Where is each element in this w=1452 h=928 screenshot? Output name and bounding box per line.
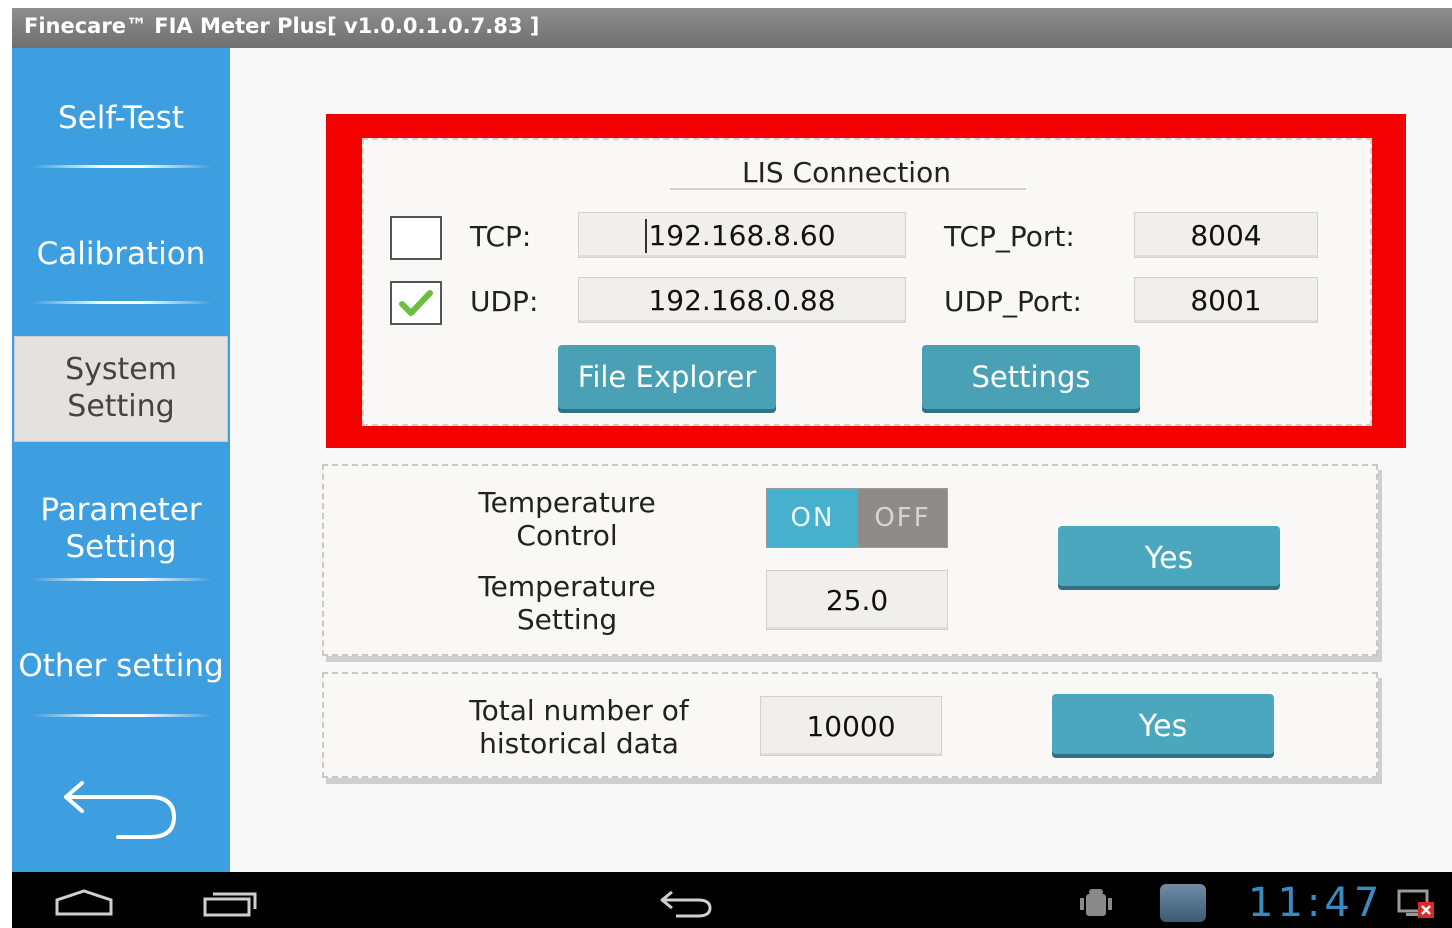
sidebar-divider bbox=[32, 165, 212, 168]
window-title: Finecare™ FIA Meter Plus[ v1.0.0.1.0.7.8… bbox=[24, 14, 540, 38]
lis-heading: LIS Connection bbox=[742, 156, 951, 189]
settings-label: Settings bbox=[971, 360, 1091, 394]
file-explorer-button[interactable]: File Explorer bbox=[558, 345, 776, 409]
udp-ip-field[interactable]: 192.168.0.88 bbox=[578, 277, 906, 323]
yes-label: Yes bbox=[1144, 541, 1194, 576]
temperature-setting-value: 25.0 bbox=[825, 584, 889, 617]
toggle-off[interactable]: OFF bbox=[858, 489, 947, 547]
temperature-control-label-line1: Temperature bbox=[478, 486, 656, 519]
tcp-checkbox[interactable] bbox=[390, 216, 442, 260]
tcp-port-value: 8004 bbox=[1190, 219, 1262, 252]
temperature-setting-label: Temperature Setting bbox=[442, 570, 692, 636]
udp-port-field[interactable]: 8001 bbox=[1134, 277, 1318, 323]
history-label-line1: Total number of bbox=[469, 694, 689, 727]
yes-label: Yes bbox=[1138, 709, 1188, 744]
toggle-on[interactable]: ON bbox=[767, 489, 858, 547]
back-icon[interactable] bbox=[658, 888, 714, 920]
temperature-control-label: Temperature Control bbox=[442, 486, 692, 552]
sidebar-item-calibration[interactable]: Calibration bbox=[12, 236, 230, 273]
system-navigation-bar: 11:47 bbox=[12, 872, 1452, 928]
app-screen: Finecare™ FIA Meter Plus[ v1.0.0.1.0.7.8… bbox=[12, 8, 1452, 928]
sidebar-item-label: System bbox=[65, 352, 177, 387]
tcp-ip-value: 192.168.8.60 bbox=[648, 219, 836, 252]
sidebar-item-parameter-setting[interactable]: Parameter Setting bbox=[12, 492, 230, 566]
heading-underline bbox=[670, 188, 1026, 190]
udp-ip-value: 192.168.0.88 bbox=[648, 284, 836, 317]
udp-label: UDP: bbox=[470, 285, 539, 318]
history-count-value: 10000 bbox=[806, 710, 896, 743]
temperature-setting-label-line1: Temperature bbox=[478, 570, 656, 603]
tcp-ip-field[interactable]: 192.168.8.60 bbox=[578, 212, 906, 258]
udp-port-label: UDP_Port: bbox=[944, 285, 1082, 318]
history-label: Total number of historical data bbox=[442, 694, 716, 760]
sidebar-item-label: Parameter bbox=[40, 492, 202, 528]
sidebar-item-label: Other setting bbox=[18, 648, 224, 684]
home-icon[interactable] bbox=[54, 888, 114, 918]
temperature-yes-button[interactable]: Yes bbox=[1058, 526, 1280, 586]
temperature-setting-field[interactable]: 25.0 bbox=[766, 570, 948, 630]
sidebar-item-label: Self-Test bbox=[58, 100, 184, 136]
sidebar-item-system-setting[interactable]: System Setting bbox=[14, 336, 228, 442]
settings-button[interactable]: Settings bbox=[922, 345, 1140, 409]
tcp-port-field[interactable]: 8004 bbox=[1134, 212, 1318, 258]
sidebar-item-self-test[interactable]: Self-Test bbox=[12, 100, 230, 137]
title-bar: Finecare™ FIA Meter Plus[ v1.0.0.1.0.7.8… bbox=[12, 8, 1452, 48]
status-clock: 11:47 bbox=[1248, 880, 1384, 926]
tcp-label: TCP: bbox=[470, 220, 532, 253]
recent-apps-icon[interactable] bbox=[202, 890, 258, 918]
sidebar-item-label-line2: Setting bbox=[65, 529, 177, 565]
screen-off-icon bbox=[1397, 889, 1434, 918]
app-notification-icon bbox=[1160, 884, 1206, 922]
udp-port-value: 8001 bbox=[1190, 284, 1262, 317]
temperature-setting-label-line2: Setting bbox=[516, 603, 618, 636]
sidebar: Self-Test Calibration System Setting Par… bbox=[12, 48, 230, 872]
sidebar-item-other-setting[interactable]: Other setting bbox=[12, 648, 230, 685]
udp-checkbox[interactable] bbox=[390, 281, 442, 325]
sidebar-item-label: Calibration bbox=[36, 236, 206, 272]
history-yes-button[interactable]: Yes bbox=[1052, 694, 1274, 754]
tcp-port-label: TCP_Port: bbox=[944, 220, 1075, 253]
history-label-line2: historical data bbox=[479, 727, 679, 760]
back-arrow-icon[interactable] bbox=[62, 773, 182, 843]
temperature-control-toggle[interactable]: ON OFF bbox=[766, 488, 948, 548]
sidebar-item-label-line2: Setting bbox=[67, 389, 175, 424]
sidebar-divider bbox=[32, 714, 212, 717]
sidebar-divider bbox=[32, 578, 212, 581]
android-debug-icon bbox=[1080, 889, 1112, 916]
text-cursor bbox=[645, 219, 647, 253]
temperature-control-label-line2: Control bbox=[516, 519, 618, 552]
file-explorer-label: File Explorer bbox=[577, 360, 757, 394]
sidebar-divider bbox=[32, 301, 212, 304]
checkmark-icon bbox=[399, 290, 433, 316]
history-count-field[interactable]: 10000 bbox=[760, 696, 942, 756]
